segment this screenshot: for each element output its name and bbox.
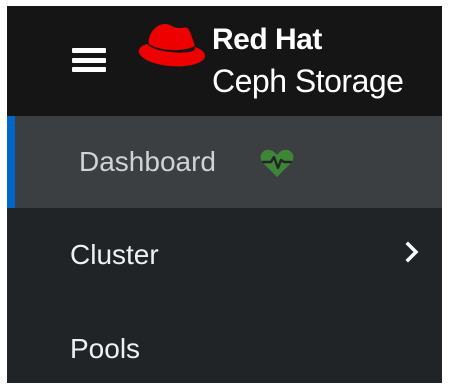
hamburger-menu-icon[interactable]: [72, 48, 106, 72]
nav-item-label: Cluster: [70, 239, 159, 270]
product-name: Ceph Storage: [212, 63, 404, 99]
nav-item-label: Dashboard: [79, 146, 216, 177]
chevron-right-icon: [405, 241, 419, 263]
nav-item-cluster[interactable]: Cluster: [7, 208, 442, 303]
masthead: Red Hat Ceph Storage: [7, 6, 442, 116]
nav-item-pools[interactable]: Pools: [7, 303, 442, 383]
sidebar-panel: Red Hat Ceph Storage Dashboard Cluster P…: [7, 6, 442, 383]
nav-item-label: Pools: [70, 333, 141, 364]
brand-name: Red Hat: [212, 23, 322, 56]
nav-item-dashboard[interactable]: Dashboard: [7, 116, 442, 208]
red-hat-logo-icon: [138, 24, 205, 67]
active-indicator: [7, 116, 15, 208]
heartbeat-icon: [260, 149, 294, 177]
